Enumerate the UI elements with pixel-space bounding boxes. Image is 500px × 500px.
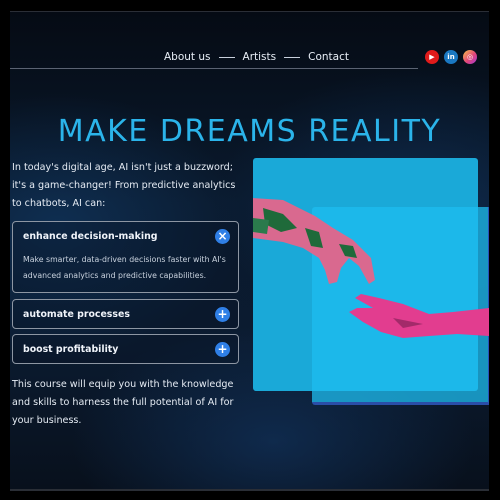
human-hand (349, 294, 489, 338)
nav-separator (218, 56, 235, 58)
nav-about-us[interactable]: About us (164, 51, 211, 63)
nav-divider (10, 68, 418, 69)
plus-icon[interactable]: + (215, 341, 230, 357)
accordion-item-decision-making[interactable]: enhance decision-making × Make smarter, … (12, 221, 239, 293)
accordion-title: enhance decision-making (23, 230, 158, 242)
robot-hand (253, 198, 375, 284)
close-icon[interactable]: × (215, 228, 230, 244)
accordion-header[interactable]: enhance decision-making × (13, 222, 238, 250)
intro-text: In today's digital age, AI isn't just a … (12, 162, 236, 209)
page-title: MAKE DREAMS REALITY (57, 114, 442, 150)
instagram-icon[interactable]: ◎ (463, 50, 477, 64)
social-links: ▶ in ◎ (425, 50, 477, 64)
page: About us Artists Contact ▶ in ◎ MAKE DRE… (10, 11, 489, 491)
accordion-item-automate[interactable]: automate processes + (12, 299, 239, 329)
hands-illustration (253, 198, 489, 338)
accordion-title: automate processes (23, 308, 130, 320)
youtube-icon[interactable]: ▶ (425, 50, 439, 64)
hero-image (253, 158, 489, 405)
top-nav: About us Artists Contact (164, 51, 349, 63)
outro-text: This course will equip you with the know… (12, 379, 234, 426)
plus-icon[interactable]: + (215, 306, 230, 322)
linkedin-icon[interactable]: in (444, 50, 458, 64)
accordion-body: Make smarter, data-driven decisions fast… (23, 255, 226, 280)
nav-contact[interactable]: Contact (308, 51, 349, 63)
accordion-title: boost profitability (23, 343, 119, 355)
nav-artists[interactable]: Artists (243, 51, 277, 63)
accordion-header[interactable]: boost profitability + (13, 335, 238, 363)
accordion-item-profitability[interactable]: boost profitability + (12, 334, 239, 364)
nav-separator (284, 56, 301, 58)
accordion-header[interactable]: automate processes + (13, 300, 238, 328)
